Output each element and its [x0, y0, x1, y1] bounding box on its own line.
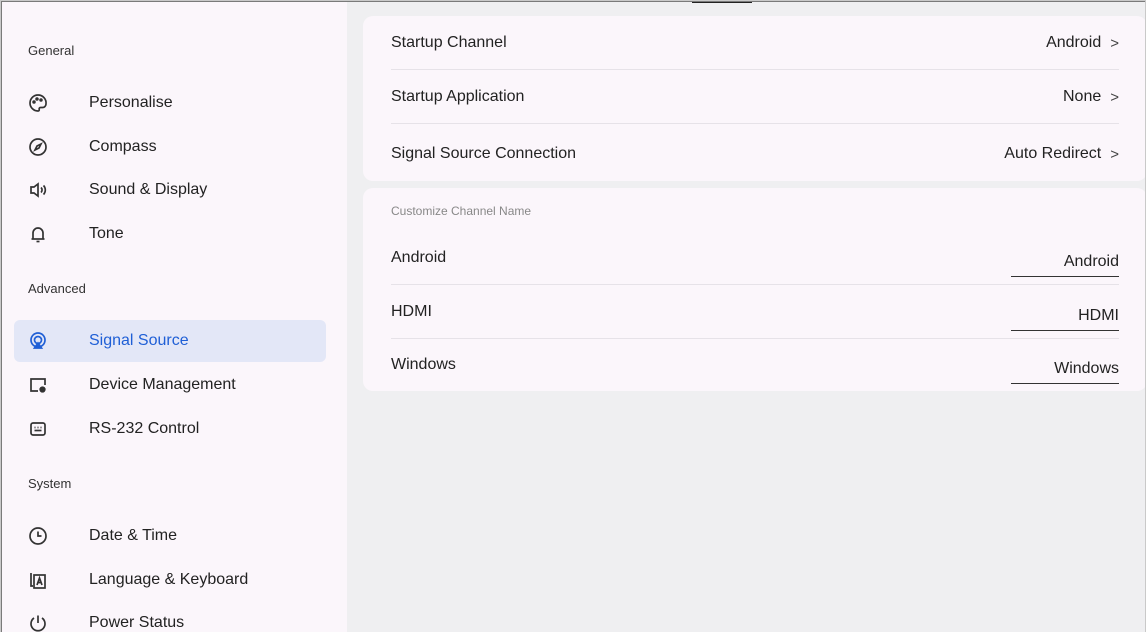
power-icon [27, 612, 49, 632]
sidebar-item-device-management[interactable]: Device Management [14, 364, 326, 406]
window-notch [692, 2, 752, 8]
sidebar-item-tone[interactable]: Tone [14, 213, 326, 255]
startup-application-label: Startup Application [391, 88, 525, 105]
channel-name-label: Windows [391, 356, 456, 373]
settings-window: General Personalise Compass Sound & Disp… [1, 1, 1145, 632]
startup-application-value: None > [1063, 88, 1119, 106]
android-name-field[interactable] [1011, 247, 1119, 277]
palette-icon [27, 92, 49, 114]
sidebar-item-label: Personalise [89, 94, 173, 111]
channel-name-label: Android [391, 249, 447, 266]
signal-source-icon [27, 330, 49, 352]
sidebar-item-sound-display[interactable]: Sound & Display [14, 169, 326, 211]
sidebar-item-label: Signal Source [89, 332, 189, 349]
startup-application-row[interactable]: Startup Application None > [391, 70, 1119, 124]
sidebar-item-label: Compass [89, 138, 157, 155]
startup-channel-value-text: Android [1046, 34, 1102, 51]
divider [391, 284, 1119, 285]
section-title-general: General [28, 43, 75, 58]
chevron-right-icon: > [1110, 34, 1119, 52]
signal-source-connection-row[interactable]: Signal Source Connection Auto Redirect > [391, 127, 1119, 181]
sidebar-item-language-keyboard[interactable]: Language & Keyboard [14, 559, 326, 601]
bell-icon [27, 223, 49, 245]
signal-source-connection-value: Auto Redirect > [1004, 145, 1119, 163]
startup-channel-label: Startup Channel [391, 34, 507, 51]
startup-application-value-text: None [1062, 88, 1102, 105]
signal-source-connection-value-text: Auto Redirect [1004, 145, 1102, 162]
sidebar: General Personalise Compass Sound & Disp… [2, 2, 347, 632]
section-title-advanced: Advanced [28, 281, 86, 296]
channel-names-title: Customize Channel Name [391, 204, 532, 218]
sidebar-item-label: Sound & Display [89, 181, 208, 198]
sidebar-item-compass[interactable]: Compass [14, 126, 326, 168]
sidebar-item-rs232-control[interactable]: RS-232 Control [14, 408, 326, 450]
sidebar-item-label: RS-232 Control [89, 420, 200, 437]
startup-settings-card: Startup Channel Android > Startup Applic… [363, 16, 1145, 181]
windows-name-field[interactable] [1011, 354, 1119, 384]
section-title-system: System [28, 476, 72, 491]
clock-icon [27, 525, 49, 547]
channel-name-row-windows: Windows [391, 339, 1119, 391]
sidebar-item-label: Device Management [89, 376, 236, 393]
compass-icon [27, 136, 49, 158]
sidebar-item-signal-source[interactable]: Signal Source [14, 320, 326, 362]
channel-name-row-hdmi: HDMI [391, 286, 1119, 338]
channel-name-label: HDMI [391, 303, 432, 320]
divider [391, 123, 1119, 124]
sidebar-item-label: Date & Time [89, 527, 178, 544]
sidebar-item-date-time[interactable]: Date & Time [14, 515, 326, 557]
signal-source-connection-label: Signal Source Connection [391, 145, 577, 162]
sidebar-item-label: Tone [89, 225, 124, 242]
channel-names-card: Customize Channel Name Android HDMI Wind… [363, 188, 1145, 391]
sidebar-item-label: Power Status [89, 614, 185, 631]
sidebar-item-power-status[interactable]: Power Status [14, 602, 326, 632]
speaker-icon [27, 179, 49, 201]
startup-channel-row[interactable]: Startup Channel Android > [391, 16, 1119, 70]
startup-channel-value: Android > [1046, 34, 1119, 52]
sidebar-item-personalise[interactable]: Personalise [14, 82, 326, 124]
keyboard-port-icon [27, 418, 49, 440]
sidebar-item-label: Language & Keyboard [89, 571, 249, 588]
chevron-right-icon: > [1110, 88, 1119, 106]
hdmi-name-field[interactable] [1011, 301, 1119, 331]
device-management-icon [27, 374, 49, 396]
language-icon [27, 569, 49, 591]
channel-name-row-android: Android [391, 232, 1119, 284]
chevron-right-icon: > [1110, 145, 1119, 163]
